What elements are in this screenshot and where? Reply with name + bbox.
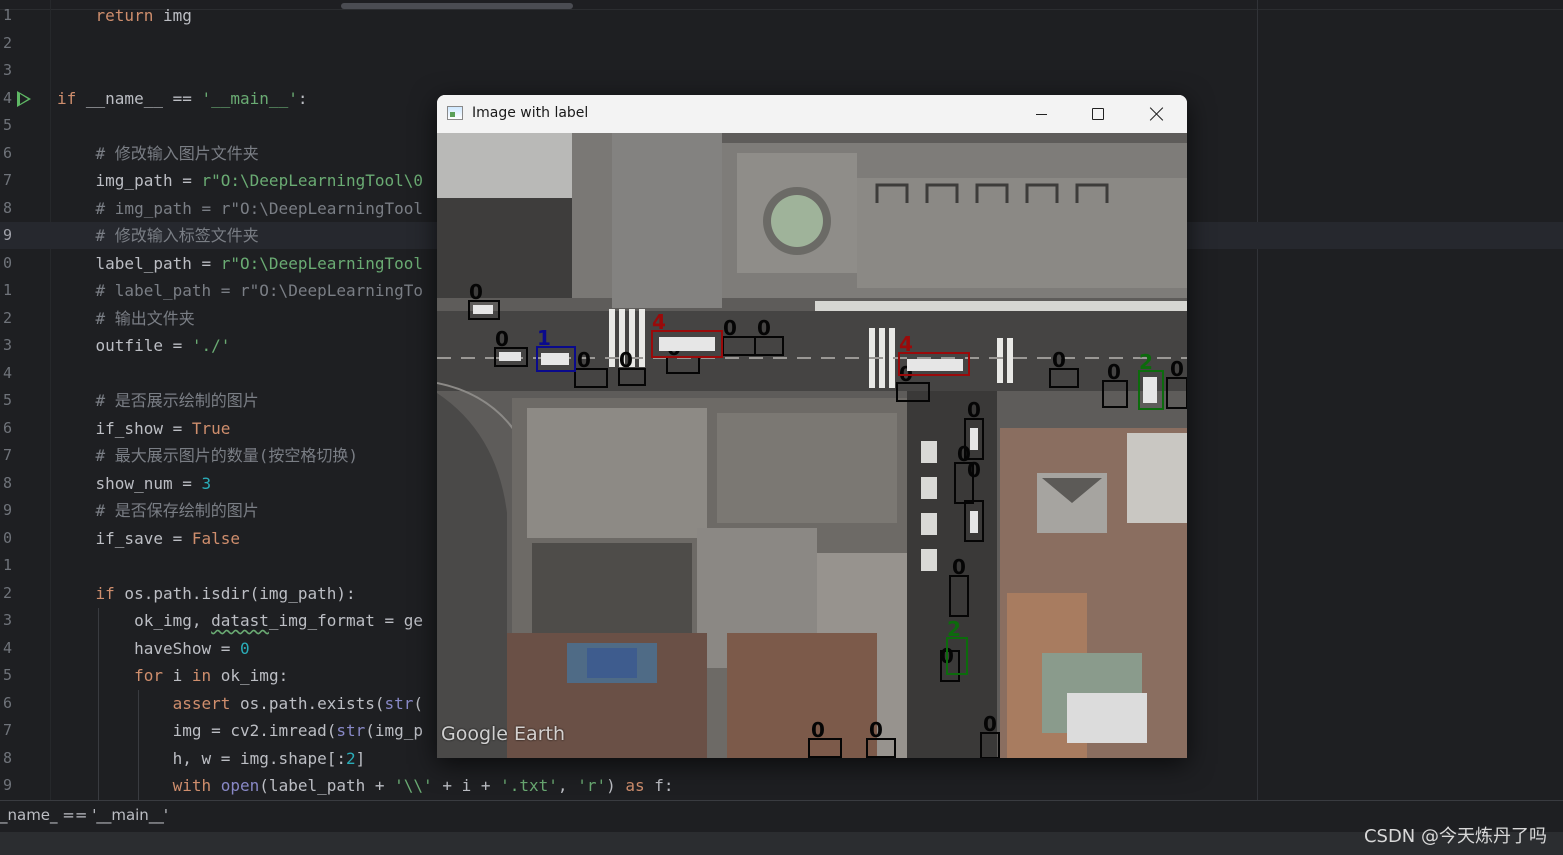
code-text[interactable]: assert os.path.exists(str( (57, 690, 423, 717)
run-icon[interactable] (17, 90, 31, 107)
line-number[interactable]: 6 (0, 415, 12, 442)
svg-text:1: 1 (537, 326, 551, 350)
line-number[interactable]: 3 (0, 57, 12, 84)
code-text[interactable]: # img_path = r"O:\DeepLearningTool (57, 195, 424, 222)
line-number[interactable]: 5 (0, 662, 12, 689)
code-text[interactable]: with open(label_path + '\\' + i + '.txt'… (57, 772, 674, 799)
code-line[interactable]: 1 return img (0, 2, 1563, 29)
code-text[interactable]: if_show = True (57, 415, 231, 442)
code-text[interactable]: return img (57, 2, 192, 29)
svg-text:0: 0 (495, 327, 509, 351)
csdn-watermark: CSDN @今天炼丹了吗 (1363, 826, 1547, 847)
line-number[interactable]: 1 (0, 2, 12, 29)
code-text[interactable]: # 修改输入标签文件夹 (57, 222, 259, 249)
minimize-icon (1035, 113, 1047, 115)
svg-text:0: 0 (869, 718, 883, 742)
svg-text:0: 0 (757, 316, 771, 340)
line-number[interactable]: 6 (0, 690, 12, 717)
line-number[interactable]: 2 (0, 305, 12, 332)
code-text[interactable]: # 最大展示图片的数量(按空格切换) (57, 442, 359, 469)
line-number[interactable]: 1 (0, 552, 12, 579)
line-number[interactable]: 0 (0, 525, 12, 552)
svg-text:0: 0 (1052, 348, 1066, 372)
code-text[interactable]: if_save = False (57, 525, 241, 552)
maximize-icon (1092, 108, 1104, 120)
svg-text:0: 0 (952, 555, 966, 579)
svg-text:0: 0 (577, 348, 591, 372)
svg-text:0: 0 (967, 458, 981, 482)
code-text[interactable]: h, w = img.shape[:2] (57, 745, 366, 772)
window-titlebar[interactable]: Image with label (437, 95, 1187, 133)
breadcrumb-bar: _name_ == '__main__' (0, 800, 1563, 832)
line-number[interactable]: 7 (0, 167, 12, 194)
line-number[interactable]: 9 (0, 772, 12, 799)
minimize-button[interactable] (1018, 95, 1064, 133)
code-text[interactable]: img_path = r"O:\DeepLearningTool\0 (57, 167, 424, 194)
code-text[interactable]: outfile = './' (57, 332, 231, 359)
line-number[interactable]: 8 (0, 745, 12, 772)
line-number[interactable]: 2 (0, 580, 12, 607)
line-number[interactable]: 3 (0, 332, 12, 359)
close-icon (1150, 107, 1164, 121)
svg-text:0: 0 (619, 348, 633, 372)
line-number[interactable]: 7 (0, 442, 12, 469)
code-text[interactable]: # 是否保存绘制的图片 (57, 497, 259, 524)
line-number[interactable]: 7 (0, 717, 12, 744)
code-line[interactable]: 3 (0, 57, 1563, 84)
code-line[interactable]: 2 (0, 30, 1563, 57)
line-number[interactable]: 4 (0, 635, 12, 662)
svg-text:0: 0 (1107, 360, 1121, 384)
svg-text:0: 0 (811, 718, 825, 742)
code-text[interactable]: for i in ok_img: (57, 662, 288, 689)
svg-text:2: 2 (947, 617, 961, 641)
line-number[interactable]: 5 (0, 387, 12, 414)
line-number[interactable]: 4 (0, 360, 12, 387)
line-number[interactable]: 1 (0, 277, 12, 304)
line-number[interactable]: 3 (0, 607, 12, 634)
code-text[interactable]: label_path = r"O:\DeepLearningTool (57, 250, 424, 277)
code-text[interactable]: img = cv2.imread(str(img_p (57, 717, 423, 744)
svg-text:0: 0 (469, 280, 483, 304)
line-number[interactable]: 9 (0, 497, 12, 524)
maximize-button[interactable] (1075, 95, 1121, 133)
code-text[interactable]: if __name__ == '__main__': (57, 85, 307, 112)
close-button[interactable] (1134, 95, 1180, 133)
code-text[interactable]: show_num = 3 (57, 470, 212, 497)
line-number[interactable]: 2 (0, 30, 12, 57)
line-number[interactable]: 8 (0, 195, 12, 222)
svg-text:0: 0 (1170, 357, 1184, 381)
svg-text:4: 4 (652, 310, 666, 334)
breadcrumb[interactable]: _name_ == '__main__' (0, 806, 168, 824)
code-text[interactable]: haveShow = 0 (57, 635, 250, 662)
satellite-image: 000 000 000 000 000 000 0 1 4 4 2 2 (437, 133, 1187, 758)
aerial-view-graphic: 000 000 000 000 000 000 0 1 4 4 2 2 (437, 133, 1187, 758)
code-text[interactable]: # 修改输入图片文件夹 (57, 140, 259, 167)
code-text[interactable]: if os.path.isdir(img_path): (57, 580, 356, 607)
code-text[interactable]: # 是否展示绘制的图片 (57, 387, 259, 414)
google-earth-logo: Google Earth (441, 723, 565, 745)
svg-text:0: 0 (967, 398, 981, 422)
svg-text:0: 0 (983, 712, 997, 736)
line-number[interactable]: 6 (0, 140, 12, 167)
line-number[interactable]: 9 (0, 222, 12, 249)
app-image-icon (447, 106, 463, 120)
svg-text:4: 4 (899, 332, 913, 356)
code-line[interactable]: 9 with open(label_path + '\\' + i + '.tx… (0, 772, 1563, 799)
line-number[interactable]: 4 (0, 85, 12, 112)
svg-text:0: 0 (723, 316, 737, 340)
code-text[interactable]: # label_path = r"O:\DeepLearningTo (57, 277, 424, 304)
window-title: Image with label (472, 105, 589, 121)
line-number[interactable]: 5 (0, 112, 12, 139)
svg-text:2: 2 (1139, 350, 1153, 374)
image-window[interactable]: Image with label 0 0 0 0 0 0 0 0 0 0 0 0… (437, 95, 1187, 758)
line-number[interactable]: 8 (0, 470, 12, 497)
status-bar (0, 832, 1563, 855)
code-text[interactable]: ok_img, datast_img_format = ge (57, 607, 423, 634)
code-text[interactable]: # 输出文件夹 (57, 305, 195, 332)
line-number[interactable]: 0 (0, 250, 12, 277)
